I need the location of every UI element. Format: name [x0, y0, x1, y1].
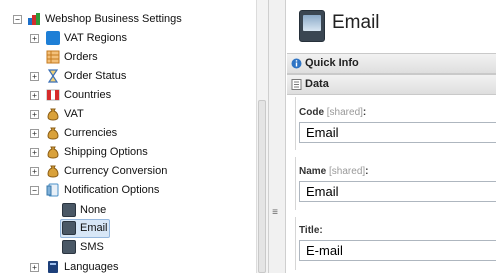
data-section-icon	[291, 78, 302, 90]
field-title: Title: E-mail	[299, 224, 496, 261]
field-label-text: Code	[299, 107, 324, 118]
field-label-text: Name	[299, 166, 327, 177]
tree-node-vat-regions[interactable]: + VAT Regions	[0, 29, 256, 47]
tree-node-countries[interactable]: + Countries	[0, 86, 256, 104]
section-label: Data	[305, 78, 329, 90]
scrollbar-thumb[interactable]	[258, 100, 266, 273]
tree-node-label: VAT	[64, 108, 84, 120]
tree-node-label: None	[80, 204, 107, 216]
tree-node-label: Webshop Business Settings	[45, 13, 182, 25]
section-quick-info[interactable]: Quick Info	[287, 53, 496, 74]
hourglass-icon	[46, 69, 60, 83]
code-input[interactable]: Email	[299, 122, 496, 143]
field-label: Code [shared]:	[299, 106, 496, 120]
device-icon	[62, 221, 76, 235]
tree-node-label: Notification Options	[64, 184, 160, 196]
tree-node-label: SMS	[80, 241, 104, 253]
field-label: Title:	[299, 224, 496, 238]
field-label-colon: :	[365, 166, 369, 177]
field-code: Code [shared]: Email	[299, 106, 496, 143]
page-title: Email	[332, 12, 380, 33]
section-data[interactable]: Data	[287, 74, 496, 95]
tree-node-label: Languages	[64, 261, 119, 273]
field-label: Name [shared]:	[299, 165, 496, 179]
tree-node-label: Orders	[64, 51, 98, 63]
money-bag-icon	[46, 164, 60, 178]
tree-node-email[interactable]: Email	[0, 219, 256, 237]
shared-tag: [shared]	[329, 166, 366, 177]
tree-node-notification-options[interactable]: − Notification Options	[0, 181, 256, 199]
vat-regions-icon	[46, 31, 60, 45]
money-bag-icon	[46, 126, 60, 140]
tree-node-order-status[interactable]: + Order Status	[0, 67, 256, 85]
tree-scrollbar[interactable]	[256, 0, 268, 273]
orders-icon	[46, 50, 60, 64]
collapse-toggle[interactable]: −	[30, 186, 39, 195]
notification-icon	[46, 183, 60, 197]
tree-node-shipping-options[interactable]: + Shipping Options	[0, 143, 256, 161]
item-editor: Email Quick Info Data Code [shared]: Ema…	[287, 0, 496, 273]
languages-icon	[46, 260, 60, 273]
tree-node-label: Currency Conversion	[64, 165, 168, 177]
expand-toggle[interactable]: +	[30, 148, 39, 157]
expand-toggle[interactable]: +	[30, 167, 39, 176]
tree-node-label: Email	[80, 222, 108, 234]
expand-toggle[interactable]: +	[30, 34, 39, 43]
shared-tag: [shared]	[326, 107, 363, 118]
content-tree: − Webshop Business Settings + VAT Region…	[0, 0, 256, 273]
money-bag-icon	[46, 145, 60, 159]
expand-toggle[interactable]: +	[30, 129, 39, 138]
tree-node-languages[interactable]: + Languages	[0, 258, 256, 273]
device-icon	[62, 240, 76, 254]
panel-splitter[interactable]	[268, 0, 286, 273]
expand-toggle[interactable]: +	[30, 263, 39, 272]
expand-toggle[interactable]: +	[30, 91, 39, 100]
flag-icon	[46, 88, 60, 102]
collapse-toggle[interactable]: −	[13, 15, 22, 24]
expand-toggle[interactable]: +	[30, 110, 39, 119]
email-item-icon	[299, 10, 325, 42]
tree-node-label: VAT Regions	[64, 32, 127, 44]
tree-node-label: Shipping Options	[64, 146, 148, 158]
tree-node-currencies[interactable]: + Currencies	[0, 124, 256, 142]
expand-toggle[interactable]: +	[30, 72, 39, 81]
business-settings-icon	[27, 12, 41, 26]
tree-node-vat[interactable]: + VAT	[0, 105, 256, 123]
money-bag-icon	[46, 107, 60, 121]
section-label: Quick Info	[305, 57, 359, 69]
tree-node-label: Countries	[64, 89, 112, 101]
field-label-text: Title	[299, 225, 320, 236]
field-label-colon: :	[319, 225, 323, 236]
tree-node-orders[interactable]: Orders	[0, 48, 256, 66]
tree-node-sms[interactable]: SMS	[0, 238, 256, 256]
name-input[interactable]: Email	[299, 181, 496, 202]
tree-node-label: Currencies	[64, 127, 118, 139]
field-name: Name [shared]: Email	[299, 165, 496, 202]
splitter-grip-icon[interactable]: ≡	[270, 208, 280, 218]
tree-node-none[interactable]: None	[0, 201, 256, 219]
title-input[interactable]: E-mail	[299, 240, 496, 261]
field-label-colon: :	[362, 107, 367, 118]
tree-node-label: Order Status	[64, 70, 127, 82]
device-icon	[62, 203, 76, 217]
info-icon	[291, 57, 302, 69]
tree-node-currency-conversion[interactable]: + Currency Conversion	[0, 162, 256, 180]
tree-node-webshop-business-settings[interactable]: − Webshop Business Settings	[0, 10, 256, 28]
